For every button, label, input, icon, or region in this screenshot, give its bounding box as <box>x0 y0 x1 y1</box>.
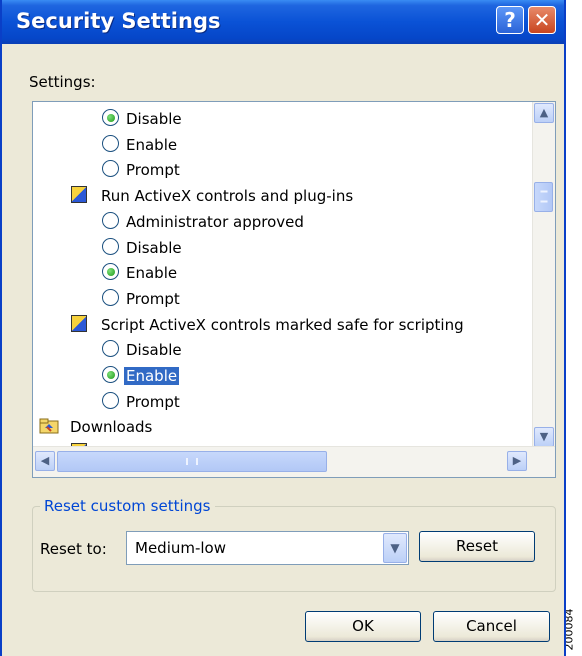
radio-unselected-icon[interactable] <box>102 237 119 255</box>
setting-option-enable[interactable]: Enable <box>33 261 523 285</box>
setting-option-prompt[interactable]: Prompt <box>33 287 523 311</box>
horizontal-scrollbar[interactable]: ◀ ▶ <box>33 446 555 477</box>
setting-option-enable[interactable]: Enable <box>33 133 523 157</box>
setting-label: Prompt <box>126 161 180 180</box>
setting-label: Enable <box>124 367 180 385</box>
setting-option-administrator-approved[interactable]: Administrator approved <box>33 210 523 234</box>
title-bar[interactable]: Security Settings ? ✕ <box>2 0 564 44</box>
security-settings-dialog: Security Settings ? ✕ Settings: Disable E… <box>0 0 566 656</box>
radio-selected-icon[interactable] <box>102 263 119 281</box>
scroll-right-button[interactable]: ▶ <box>507 451 527 471</box>
radio-selected-icon[interactable] <box>102 109 119 126</box>
scroll-up-button[interactable]: ▲ <box>534 103 554 123</box>
setting-group: Downloads <box>33 415 523 439</box>
setting-label: Disable <box>126 110 182 128</box>
radio-selected-icon[interactable] <box>102 366 119 383</box>
setting-option-prompt[interactable]: Prompt <box>33 158 523 182</box>
figure-id: 200084 <box>566 608 576 651</box>
cancel-button[interactable]: Cancel <box>433 611 550 642</box>
setting-category: Script ActiveX controls marked safe for … <box>33 313 523 337</box>
reset-to-label: Reset to: <box>40 540 107 558</box>
setting-label: Disable <box>126 238 182 257</box>
setting-label: Prompt <box>126 392 180 411</box>
radio-unselected-icon[interactable] <box>102 340 119 358</box>
settings-listbox[interactable]: Disable Enable Prompt Run ActiveX controls … <box>32 101 556 478</box>
setting-label: Run ActiveX controls and plug-ins <box>101 187 354 206</box>
setting-option-enable[interactable]: Enable <box>33 364 523 388</box>
setting-label: Enable <box>126 264 178 283</box>
shield-icon <box>71 186 87 204</box>
dialog-title: Security Settings <box>16 9 221 33</box>
vertical-thumb-grip <box>540 190 547 203</box>
setting-label: Disable <box>126 341 182 360</box>
setting-label: Enable <box>126 135 178 154</box>
radio-unselected-icon[interactable] <box>102 211 119 229</box>
dropdown-arrow-icon[interactable]: ▼ <box>383 533 407 563</box>
shield-icon <box>71 314 87 332</box>
radio-unselected-icon[interactable] <box>102 288 119 306</box>
reset-level-dropdown[interactable]: Medium-low ▼ <box>126 531 409 565</box>
help-button[interactable]: ? <box>496 6 524 34</box>
reset-button[interactable]: Reset <box>419 531 535 562</box>
setting-option-disable[interactable]: Disable <box>33 107 523 131</box>
setting-label: Downloads <box>70 418 153 437</box>
setting-option-prompt[interactable]: Prompt <box>33 390 523 414</box>
setting-option-disable[interactable]: Disable <box>33 338 523 362</box>
vertical-scroll-thumb[interactable] <box>534 182 553 212</box>
setting-category: Run ActiveX controls and plug-ins <box>33 184 523 208</box>
setting-label: Prompt <box>126 289 180 308</box>
settings-tree[interactable]: Disable Enable Prompt Run ActiveX controls … <box>33 102 523 448</box>
radio-unselected-icon[interactable] <box>102 391 119 409</box>
horizontal-thumb-grip <box>186 458 198 465</box>
setting-label: Script ActiveX controls marked safe for … <box>101 315 464 334</box>
settings-label: Settings: <box>29 73 96 91</box>
close-button[interactable]: ✕ <box>528 6 556 34</box>
reset-group-legend: Reset custom settings <box>40 497 215 515</box>
downloads-folder-icon <box>39 417 59 434</box>
setting-option-disable[interactable]: Disable <box>33 236 523 260</box>
scroll-down-button[interactable]: ▼ <box>534 427 554 447</box>
horizontal-scroll-thumb[interactable] <box>57 451 327 472</box>
radio-unselected-icon[interactable] <box>102 160 119 178</box>
reset-level-value: Medium-low <box>135 539 227 557</box>
radio-unselected-icon[interactable] <box>102 134 119 152</box>
scroll-left-button[interactable]: ◀ <box>35 451 55 471</box>
setting-label: Administrator approved <box>126 212 304 231</box>
vertical-scrollbar[interactable]: ▲ ▼ <box>532 102 555 448</box>
ok-button[interactable]: OK <box>305 611 421 642</box>
